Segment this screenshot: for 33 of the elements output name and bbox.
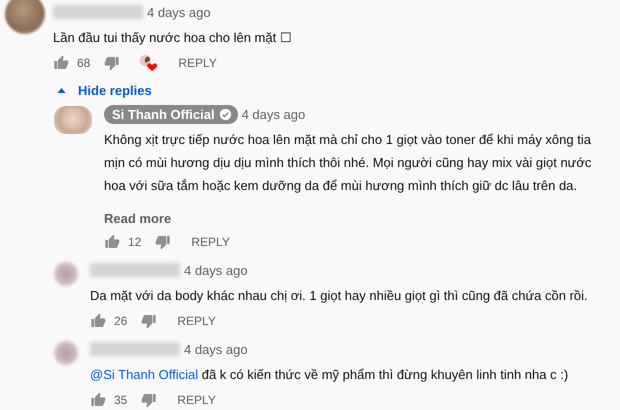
like-count: 26 bbox=[114, 314, 128, 328]
comment-time[interactable]: 4 days ago bbox=[184, 342, 248, 356]
thumbs-up-icon[interactable] bbox=[53, 55, 69, 71]
comment-time[interactable]: 4 days ago bbox=[242, 106, 306, 122]
reply-button[interactable]: REPLY bbox=[177, 310, 216, 332]
thumbs-down-icon[interactable] bbox=[155, 234, 172, 250]
caret-icon bbox=[57, 88, 66, 93]
hide-replies-button[interactable]: Hide replies bbox=[53, 79, 152, 102]
like-count: 12 bbox=[128, 235, 142, 249]
thumbs-up-icon[interactable] bbox=[90, 392, 106, 408]
thumbs-up-icon[interactable] bbox=[90, 313, 106, 329]
like-count: 35 bbox=[114, 393, 128, 407]
reply-button[interactable]: REPLY bbox=[191, 231, 230, 253]
thumbs-down-icon[interactable] bbox=[104, 55, 120, 71]
thumbs-up-icon[interactable] bbox=[104, 234, 120, 250]
comment-text: Lần đầu tui thấy nước hoa cho lên mặt ☐ bbox=[53, 29, 293, 47]
like-count: 68 bbox=[77, 56, 90, 70]
reply-text: Da mặt với da body khác nhau chị ơi. 1 giọt hay nhiều giọt gì thì cũng đã chứa cồn rồi. bbox=[90, 287, 589, 305]
user-avatar bbox=[54, 262, 78, 286]
reply-text: Không xịt trực tiếp nước hoa lên mặt mà chỉ cho 1 giọt vào toner để khi máy xông tia mịn có mùi hương dịu dịu mình thích thôi nhé. Mọi người cũng hay mix vài giọt nước hoa với sữa tắm hoặc kem dưỡng da để mùi hương mình thích giữ dc lâu trên da. bbox=[104, 131, 592, 195]
comment-time[interactable]: 4 days ago bbox=[147, 4, 211, 20]
user-avatar bbox=[5, 0, 45, 34]
reply-button[interactable]: REPLY bbox=[177, 389, 216, 410]
thumbs-down-icon[interactable] bbox=[141, 313, 158, 329]
reply-button[interactable]: REPLY bbox=[178, 52, 217, 74]
thumbs-down-icon[interactable] bbox=[141, 392, 158, 408]
reply-text: @Si Thanh Official đã k có kiến thức về mỹ phẩm thì đừng khuyên linh tinh nha c :) bbox=[90, 366, 570, 384]
user-avatar bbox=[54, 341, 78, 365]
comment-time[interactable]: 4 days ago bbox=[184, 262, 248, 278]
mention-link[interactable]: @Si Thanh Official bbox=[90, 367, 198, 382]
read-more-link[interactable]: Read more bbox=[104, 211, 172, 226]
channel-name-badge[interactable]: Si Thanh Official bbox=[104, 104, 238, 124]
user-avatar bbox=[54, 106, 92, 134]
